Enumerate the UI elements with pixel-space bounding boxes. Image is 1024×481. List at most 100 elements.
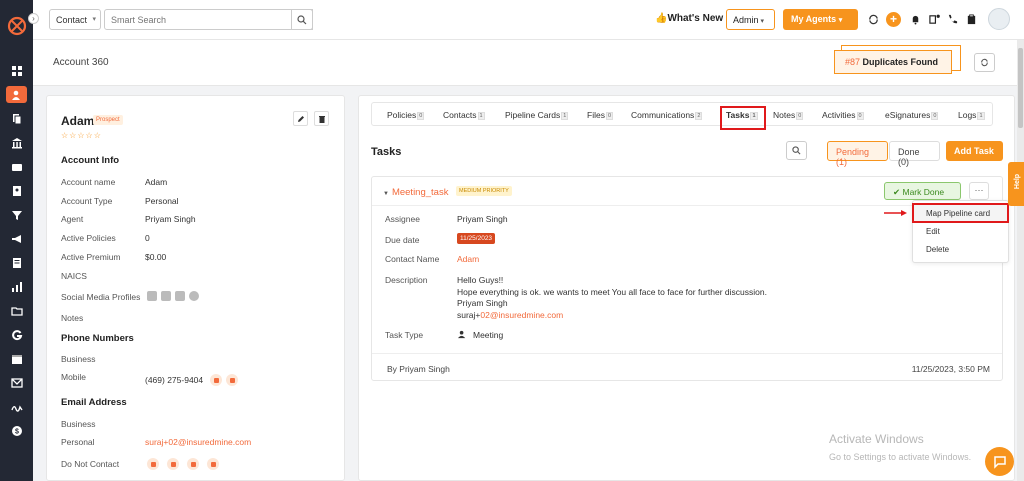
search-button[interactable] [291,9,313,30]
personal-email-label: Personal [61,437,95,447]
help-tab[interactable]: Help [1008,162,1024,206]
admin-dropdown[interactable]: Admin ▾ [726,9,775,30]
delete-button[interactable] [314,111,329,126]
mail-icon[interactable] [6,374,27,391]
rating-stars[interactable]: ☆☆☆☆☆ [61,131,102,140]
email-dnc-icon[interactable] [147,458,159,470]
tab-label: Contacts [443,110,477,120]
tab-count: 0 [856,111,864,120]
whats-new-link[interactable]: 👍What's New [655,13,723,24]
tab-pipeline-cards[interactable]: Pipeline Cards 1 [505,110,569,120]
refresh-button[interactable] [974,53,995,72]
admin-label: Admin [733,15,759,25]
tab-count: 0 [796,111,804,120]
tab-logs[interactable]: Logs 1 [958,110,985,120]
sms-icon[interactable] [226,374,238,386]
tab-label: Logs [958,110,977,120]
dashboard-icon[interactable] [6,62,27,79]
activate-windows-subtitle: Go to Settings to activate Windows. [829,452,972,462]
menu-item-delete[interactable]: Delete [926,245,949,254]
contacts-icon[interactable] [6,86,27,103]
personal-email-link[interactable]: suraj+02@insuredmine.com [145,437,251,447]
user-avatar[interactable] [988,8,1010,30]
pending-filter[interactable]: Pending (1) [827,141,888,167]
tab-label: Communications [631,110,695,120]
phone-icon[interactable] [945,12,959,26]
linkedin-icon[interactable] [147,291,157,301]
twitter-icon[interactable] [175,291,185,301]
tab-contacts[interactable]: Contacts 1 [443,110,485,120]
edit-button[interactable] [293,111,308,126]
social-icons [147,291,199,301]
tab-label: Activities [822,110,856,120]
g-logo-icon[interactable] [6,326,27,343]
tab-count: 0 [417,111,425,120]
more-options-button[interactable]: ··· [969,182,989,200]
desc-line: Hope everything is ok. we wants to meet … [457,286,767,297]
duplicates-found-button[interactable]: #87 Duplicates Found [834,50,952,74]
sms-dnc-icon[interactable] [167,458,179,470]
desc-line: Priyam Singh [457,298,508,308]
clipboard-icon[interactable] [964,12,978,26]
bank-icon[interactable] [6,134,27,151]
desc-email-link[interactable]: 02@insuredmine.com [480,310,563,320]
field-value: Priyam Singh [145,214,196,224]
contact-name-link[interactable]: Adam [457,254,479,264]
profile-name: Adam [61,114,95,128]
call-icon[interactable] [210,374,222,386]
tab-activities[interactable]: Activities 0 [822,110,864,120]
chart-icon[interactable] [6,278,27,295]
calendar-icon[interactable] [6,350,27,367]
menu-item-edit[interactable]: Edit [926,227,940,236]
search-icon [297,14,307,24]
field-label: Notes [61,313,84,323]
desc-line: Hello Guys!! [457,275,504,285]
tab-policies[interactable]: Policies 0 [387,110,425,120]
settings-dnc-icon[interactable] [207,458,219,470]
my-agents-button[interactable]: My Agents ▾ [783,9,858,30]
megaphone-icon[interactable] [6,230,27,247]
call-dnc-icon[interactable] [187,458,199,470]
field-label: Active Premium [61,252,121,262]
top-bar: Contact ▾ 👍What's New Admin▾ My Agents ▾… [33,0,1024,40]
smart-search-input[interactable] [104,9,313,30]
add-icon[interactable]: + [886,12,901,27]
copy-icon[interactable] [6,110,27,127]
task-search-button[interactable] [786,141,807,160]
signature-icon[interactable] [6,398,27,415]
mobile-label: Mobile [61,372,87,382]
facebook-icon[interactable] [161,291,171,301]
folder-icon[interactable] [6,302,27,319]
contact-type-select[interactable]: Contact ▾ [49,9,101,30]
field-value: 0 [145,233,150,243]
funnel-icon[interactable] [6,206,27,223]
document-icon[interactable] [6,254,27,271]
tab-notes[interactable]: Notes 0 [773,110,804,120]
globe-icon[interactable] [189,291,199,301]
caret-down-icon: ▼ [383,191,389,197]
sync-icon[interactable] [866,12,880,26]
done-filter[interactable]: Done (0) [889,141,940,167]
chat-button[interactable] [985,447,1014,476]
mark-done-button[interactable]: ✔ Mark Done [884,182,961,200]
desc-email-prefix: suraj+ [457,309,481,320]
tab-communications[interactable]: Communications 2 [631,110,703,120]
id-card-icon[interactable] [6,182,27,199]
bell-icon[interactable] [908,12,922,26]
left-sidebar: $ [0,0,33,481]
scrollbar-thumb[interactable] [1018,48,1023,128]
task-name[interactable]: ▼ Meeting_task [383,187,448,198]
logout-icon[interactable] [927,12,941,26]
task-name-label: Meeting_task [391,187,449,198]
add-task-button[interactable]: Add Task [946,141,1003,161]
sidebar-expand-icon[interactable]: › [28,13,39,24]
tab-label: eSignatures [885,110,931,120]
dollar-icon[interactable]: $ [6,422,27,439]
field-label: NAICS [61,271,87,281]
menu-item-map-pipeline-card[interactable]: Map Pipeline card [926,209,990,218]
wallet-icon[interactable] [6,158,27,175]
tab-count: 1 [977,111,985,120]
tab-files[interactable]: Files 0 [587,110,614,120]
tab-label: Policies [387,110,417,120]
tab-esignatures[interactable]: eSignatures 0 [885,110,939,120]
